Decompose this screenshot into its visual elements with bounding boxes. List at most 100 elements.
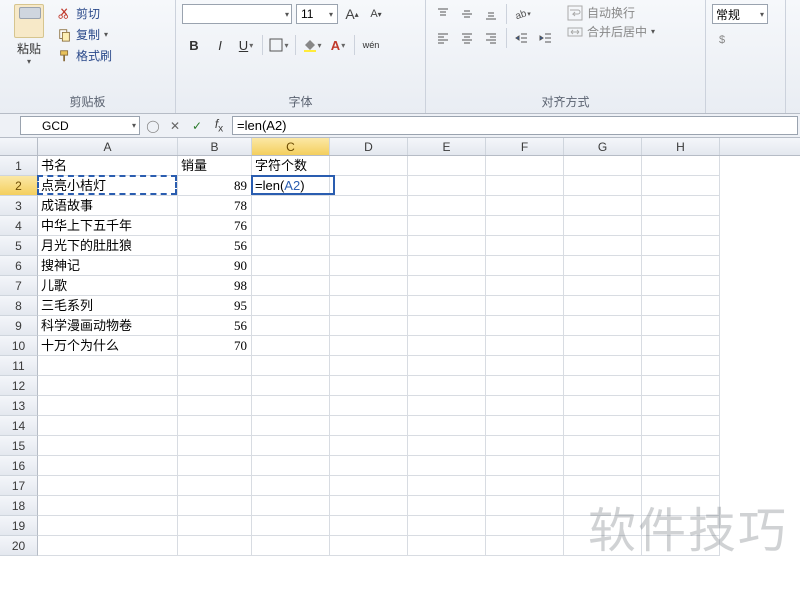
cell-B4[interactable]: 76 [178, 216, 252, 236]
cell-E9[interactable] [408, 316, 486, 336]
cell-C9[interactable] [252, 316, 330, 336]
cell-E7[interactable] [408, 276, 486, 296]
cell-H14[interactable] [642, 416, 720, 436]
row-header[interactable]: 12 [0, 376, 38, 396]
cell-F4[interactable] [486, 216, 564, 236]
circle-icon[interactable]: ◯ [144, 119, 162, 133]
row-header[interactable]: 1 [0, 156, 38, 176]
select-all-corner[interactable] [0, 138, 38, 155]
cell-B9[interactable]: 56 [178, 316, 252, 336]
cell-C10[interactable] [252, 336, 330, 356]
format-painter-button[interactable]: 格式刷 [56, 46, 114, 65]
merge-center-button[interactable]: 合并后居中 ▾ [567, 23, 655, 40]
cell-E13[interactable] [408, 396, 486, 416]
align-left-button[interactable] [432, 28, 454, 48]
cell-C1[interactable]: 字符个数 [252, 156, 330, 176]
cell-F8[interactable] [486, 296, 564, 316]
row-header[interactable]: 15 [0, 436, 38, 456]
cell-C17[interactable] [252, 476, 330, 496]
cell-C13[interactable] [252, 396, 330, 416]
column-header-G[interactable]: G [564, 138, 642, 155]
cell-F19[interactable] [486, 516, 564, 536]
cell-F11[interactable] [486, 356, 564, 376]
increase-indent-button[interactable] [535, 28, 557, 48]
paste-button[interactable]: 粘贴 ▾ [6, 2, 52, 91]
cell-E2[interactable] [408, 176, 486, 196]
cell-F12[interactable] [486, 376, 564, 396]
align-center-button[interactable] [456, 28, 478, 48]
cell-B2[interactable]: 89 [178, 176, 252, 196]
font-size-select[interactable]: 11▾ [296, 4, 338, 24]
cell-C2[interactable]: =len(A2) [252, 176, 330, 196]
fill-color-button[interactable]: ▾ [300, 34, 324, 56]
cell-D5[interactable] [330, 236, 408, 256]
column-header-D[interactable]: D [330, 138, 408, 155]
name-box[interactable]: GCD ▾ [20, 116, 140, 135]
currency-button[interactable]: $ [712, 28, 736, 50]
cell-F6[interactable] [486, 256, 564, 276]
cell-D6[interactable] [330, 256, 408, 276]
italic-button[interactable]: I [208, 34, 232, 56]
row-header[interactable]: 7 [0, 276, 38, 296]
cell-H11[interactable] [642, 356, 720, 376]
cell-F17[interactable] [486, 476, 564, 496]
cell-C11[interactable] [252, 356, 330, 376]
cell-A10[interactable]: 十万个为什么 [38, 336, 178, 356]
cell-E1[interactable] [408, 156, 486, 176]
cell-H3[interactable] [642, 196, 720, 216]
cell-E19[interactable] [408, 516, 486, 536]
cell-D14[interactable] [330, 416, 408, 436]
cell-C18[interactable] [252, 496, 330, 516]
cell-E12[interactable] [408, 376, 486, 396]
cell-A13[interactable] [38, 396, 178, 416]
cell-H13[interactable] [642, 396, 720, 416]
formula-input[interactable]: =len(A2) [232, 116, 798, 135]
cell-F14[interactable] [486, 416, 564, 436]
cell-D8[interactable] [330, 296, 408, 316]
cell-B5[interactable]: 56 [178, 236, 252, 256]
cancel-formula-button[interactable]: ✕ [166, 119, 184, 133]
cell-F2[interactable] [486, 176, 564, 196]
cell-H15[interactable] [642, 436, 720, 456]
cell-H6[interactable] [642, 256, 720, 276]
chevron-down-icon[interactable]: ▾ [104, 30, 108, 39]
cell-F9[interactable] [486, 316, 564, 336]
cell-B8[interactable]: 95 [178, 296, 252, 316]
cell-B7[interactable]: 98 [178, 276, 252, 296]
row-header[interactable]: 20 [0, 536, 38, 556]
cell-G4[interactable] [564, 216, 642, 236]
cell-H16[interactable] [642, 456, 720, 476]
cell-G6[interactable] [564, 256, 642, 276]
cell-H8[interactable] [642, 296, 720, 316]
cell-C4[interactable] [252, 216, 330, 236]
cell-D1[interactable] [330, 156, 408, 176]
cell-G10[interactable] [564, 336, 642, 356]
cell-B20[interactable] [178, 536, 252, 556]
cell-D9[interactable] [330, 316, 408, 336]
row-header[interactable]: 9 [0, 316, 38, 336]
cell-G18[interactable] [564, 496, 642, 516]
cell-H9[interactable] [642, 316, 720, 336]
chevron-down-icon[interactable]: ▾ [27, 57, 31, 66]
border-button[interactable]: ▾ [267, 34, 291, 56]
copy-button[interactable]: 复制 ▾ [56, 25, 114, 44]
cell-E10[interactable] [408, 336, 486, 356]
row-header[interactable]: 16 [0, 456, 38, 476]
cell-G8[interactable] [564, 296, 642, 316]
cell-A12[interactable] [38, 376, 178, 396]
cell-D15[interactable] [330, 436, 408, 456]
grow-font-button[interactable]: A▴ [342, 4, 362, 24]
cell-F20[interactable] [486, 536, 564, 556]
cell-G5[interactable] [564, 236, 642, 256]
bold-button[interactable]: B [182, 34, 206, 56]
cell-C15[interactable] [252, 436, 330, 456]
cell-H1[interactable] [642, 156, 720, 176]
cell-C19[interactable] [252, 516, 330, 536]
cell-E3[interactable] [408, 196, 486, 216]
row-header[interactable]: 8 [0, 296, 38, 316]
font-color-button[interactable]: A▾ [326, 34, 350, 56]
cell-E16[interactable] [408, 456, 486, 476]
fx-button[interactable]: fx [210, 117, 228, 134]
cut-button[interactable]: 剪切 [56, 4, 114, 23]
row-header[interactable]: 17 [0, 476, 38, 496]
